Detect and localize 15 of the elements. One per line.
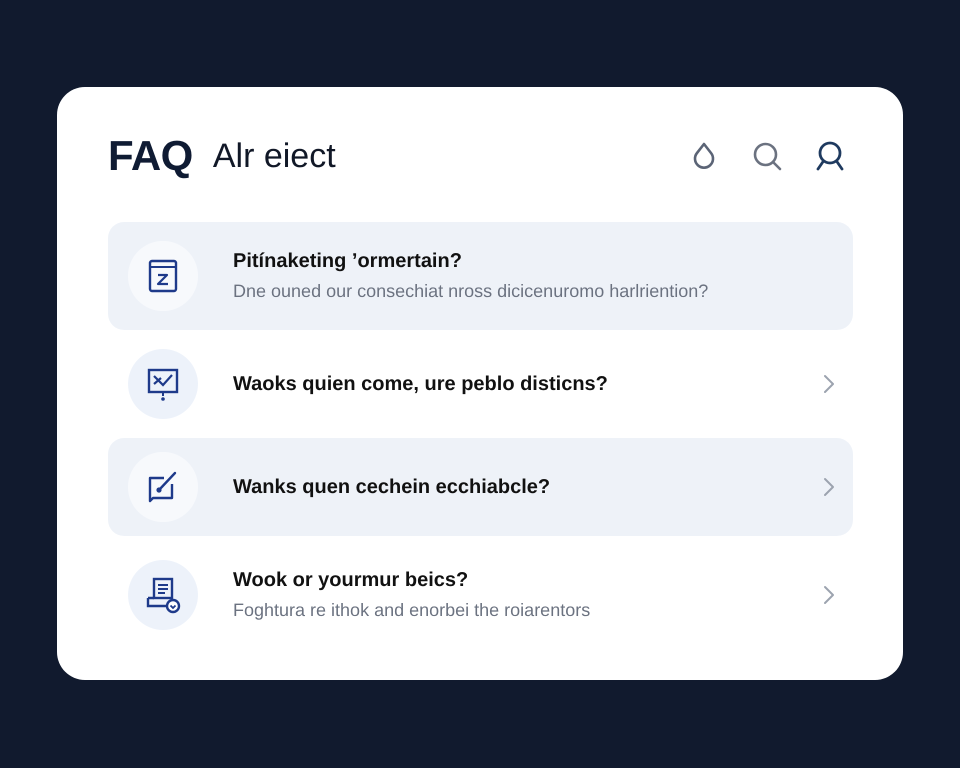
faq-question: Pitínaketing ’ormertain? [233, 248, 463, 274]
faq-question: Wanks quen cechein ecchiabcle? [233, 474, 552, 500]
faq-answer: Foghtura re ithok and enorbei the roiarentors [233, 598, 592, 622]
faq-answer: Dne ouned our consechiat nross dicicenuromo harlriention? [233, 280, 710, 303]
chevron-right-icon [823, 374, 835, 394]
faq-item[interactable]: Wanks quen cechein ecchiabcle? [108, 438, 853, 536]
user-icon[interactable] [815, 141, 845, 171]
faq-question: Wook or yourmur beics? [233, 568, 470, 593]
faq-item[interactable]: Pitínaketing ’ormertain? Dne ouned our consechiat nross dicicenuromo harlriention? [108, 222, 853, 330]
faq-question: Waoks quien come, ure peblo disticns? [233, 372, 609, 396]
faq-title: FAQ [108, 135, 193, 177]
header-subtitle: Alr eiect [212, 139, 336, 173]
chevron-right-icon [823, 585, 835, 605]
search-icon[interactable] [752, 141, 782, 171]
chevron-right-icon [823, 477, 835, 497]
